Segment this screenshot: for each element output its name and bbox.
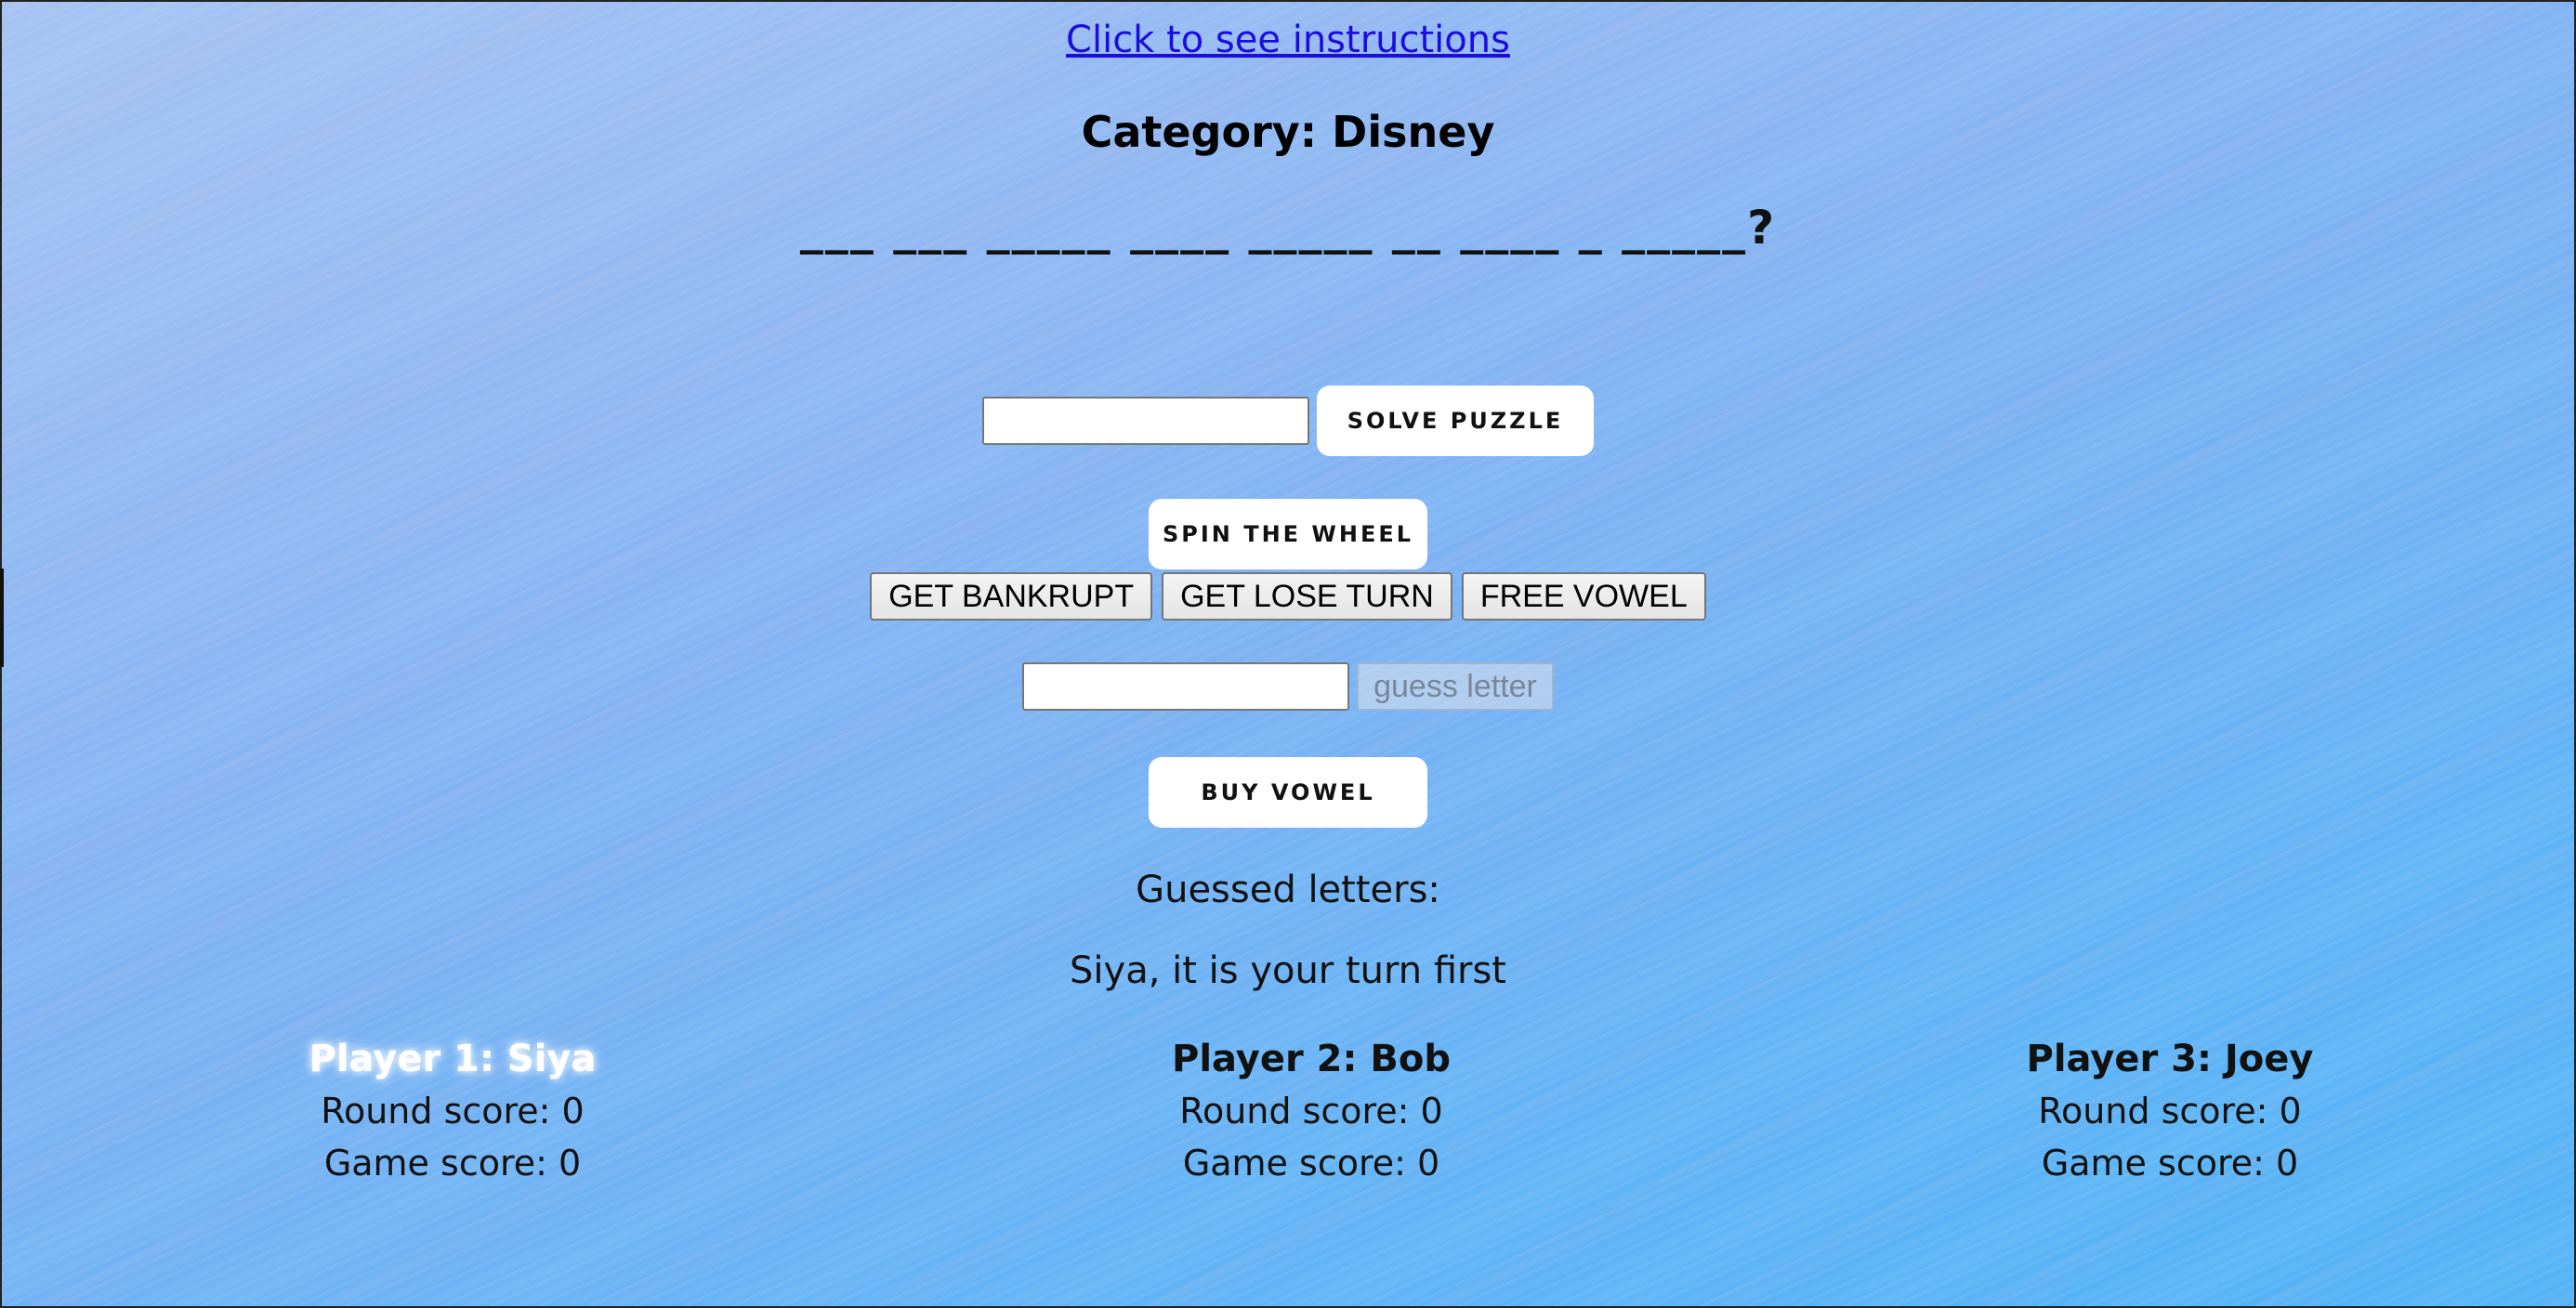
guess-letter-button[interactable]: guess letter: [1357, 662, 1554, 711]
game-score: Game score: 0: [323, 1143, 582, 1184]
game-score: Game score: 0: [1182, 1143, 1440, 1184]
category-value: Disney: [1332, 107, 1495, 157]
guess-letter-input[interactable]: [1022, 662, 1350, 711]
round-score: Round score: 0: [1179, 1091, 1443, 1131]
get-lose-turn-button[interactable]: GET LOSE TURN: [1162, 572, 1452, 621]
round-score: Round score: 0: [321, 1091, 585, 1131]
free-vowel-button[interactable]: FREE VOWEL: [1461, 572, 1706, 621]
guess-row: guess letter: [0, 662, 2576, 711]
player-card-3: Player 3: Joey Round score: 0 Game score…: [1910, 1033, 2430, 1189]
puzzle-board: ___ ___ _____ ____ _____ __ ____ _ _____…: [799, 201, 1777, 255]
buy-vowel-row: BUY VOWEL: [0, 757, 2576, 828]
player-name: Player 2: Bob: [1172, 1038, 1451, 1080]
game-score: Game score: 0: [2041, 1143, 2299, 1184]
solve-puzzle-button[interactable]: SOLVE PUZZLE: [1317, 386, 1594, 456]
player-name: Player 1: Siya: [309, 1038, 597, 1080]
solve-input[interactable]: [982, 397, 1309, 445]
instructions-area: Click to see instructions: [0, 19, 2576, 61]
player-name: Player 3: Joey: [2026, 1038, 2314, 1080]
get-bankrupt-button[interactable]: GET BANKRUPT: [870, 572, 1153, 621]
instructions-link[interactable]: Click to see instructions: [1066, 19, 1510, 61]
round-score: Round score: 0: [2038, 1091, 2302, 1131]
turn-message: Siya, it is your turn first: [1070, 949, 1506, 992]
spin-wheel-button[interactable]: SPIN THE WHEEL: [1149, 499, 1427, 569]
guessed-letters: Guessed letters:: [1136, 869, 1440, 911]
solve-row: SOLVE PUZZLE: [0, 386, 2576, 456]
category-label: Category:: [1081, 107, 1318, 157]
category-heading: Category: Disney: [0, 107, 2576, 157]
spin-row: SPIN THE WHEEL: [0, 499, 2576, 569]
player-card-2: Player 2: Bob Round score: 0 Game score:…: [1051, 1033, 1571, 1189]
test-actions-row: GET BANKRUPT GET LOSE TURN FREE VOWEL: [0, 572, 2576, 621]
buy-vowel-button[interactable]: BUY VOWEL: [1149, 757, 1427, 828]
player-card-1: Player 1: Siya Round score: 0 Game score…: [192, 1033, 713, 1189]
